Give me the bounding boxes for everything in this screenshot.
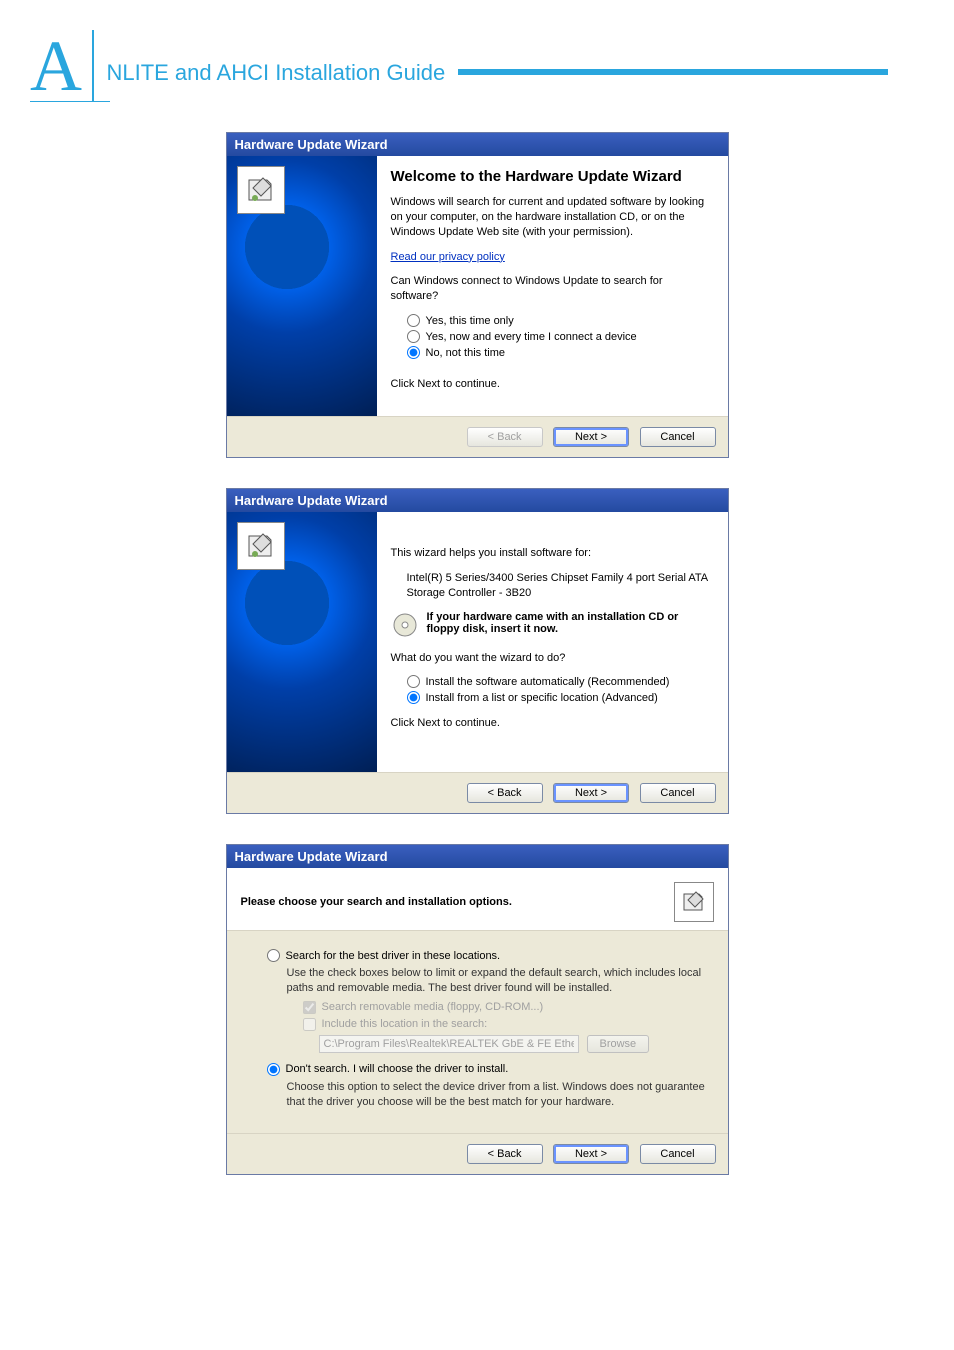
page-header: A NLITE and AHCI Installation Guide	[0, 0, 954, 102]
cancel-button[interactable]: Cancel	[640, 1144, 716, 1164]
path-input	[319, 1035, 579, 1053]
wizard-dialog-1: Hardware Update Wizard Welcome to the Ha…	[226, 132, 729, 458]
next-button[interactable]: Next >	[553, 1144, 629, 1164]
search-options-heading: Please choose your search and installati…	[241, 896, 512, 908]
title-rule	[458, 69, 888, 75]
radio-no[interactable]: No, not this time	[407, 346, 712, 359]
back-button[interactable]: < Back	[467, 783, 543, 803]
chk-include-location: Include this location in the search:	[303, 1018, 708, 1031]
continue-hint: Click Next to continue.	[391, 716, 712, 731]
section-title: NLITE and AHCI Installation Guide	[106, 60, 445, 85]
radio-dont-search[interactable]: Don't search. I will choose the driver t…	[267, 1063, 708, 1076]
chk-removable: Search removable media (floppy, CD-ROM..…	[303, 1001, 708, 1014]
wizard-side-graphic	[227, 512, 377, 772]
dialog-titlebar: Hardware Update Wizard	[227, 133, 728, 156]
back-button: < Back	[467, 427, 543, 447]
dialog-titlebar: Hardware Update Wizard	[227, 845, 728, 868]
cd-icon	[391, 611, 419, 639]
radio-advanced[interactable]: Install from a list or specific location…	[407, 691, 712, 704]
appendix-letter: A	[30, 30, 94, 102]
cancel-button[interactable]: Cancel	[640, 783, 716, 803]
cd-hint: If your hardware came with an installati…	[427, 611, 712, 639]
back-button[interactable]: < Back	[467, 1144, 543, 1164]
wizard-heading: Welcome to the Hardware Update Wizard	[391, 168, 712, 185]
next-button[interactable]: Next >	[553, 427, 629, 447]
cancel-button[interactable]: Cancel	[640, 427, 716, 447]
wizard-intro: Windows will search for current and upda…	[391, 195, 712, 240]
search-desc: Use the check boxes below to limit or ex…	[287, 966, 708, 997]
dont-search-desc: Choose this option to select the device …	[287, 1080, 708, 1111]
wizard-side-graphic	[227, 156, 377, 416]
wizard-icon	[674, 882, 714, 922]
radio-yes-always[interactable]: Yes, now and every time I connect a devi…	[407, 330, 712, 343]
wizard-dialog-2: Hardware Update Wizard This wizard helps…	[226, 488, 729, 814]
connect-question: Can Windows connect to Windows Update to…	[391, 274, 712, 304]
privacy-link[interactable]: Read our privacy policy	[391, 251, 505, 263]
radio-yes-once[interactable]: Yes, this time only	[407, 314, 712, 327]
next-button[interactable]: Next >	[553, 783, 629, 803]
wizard-dialog-3: Hardware Update Wizard Please choose you…	[226, 844, 729, 1175]
device-name: Intel(R) 5 Series/3400 Series Chipset Fa…	[407, 571, 712, 601]
wizard-icon	[237, 522, 285, 570]
action-question: What do you want the wizard to do?	[391, 651, 712, 666]
dialog-titlebar: Hardware Update Wizard	[227, 489, 728, 512]
radio-search-best[interactable]: Search for the best driver in these loca…	[267, 949, 708, 962]
radio-auto[interactable]: Install the software automatically (Reco…	[407, 675, 712, 688]
wizard-intro-2: This wizard helps you install software f…	[391, 546, 712, 561]
browse-button: Browse	[587, 1035, 650, 1053]
continue-hint: Click Next to continue.	[391, 377, 712, 392]
wizard-icon	[237, 166, 285, 214]
